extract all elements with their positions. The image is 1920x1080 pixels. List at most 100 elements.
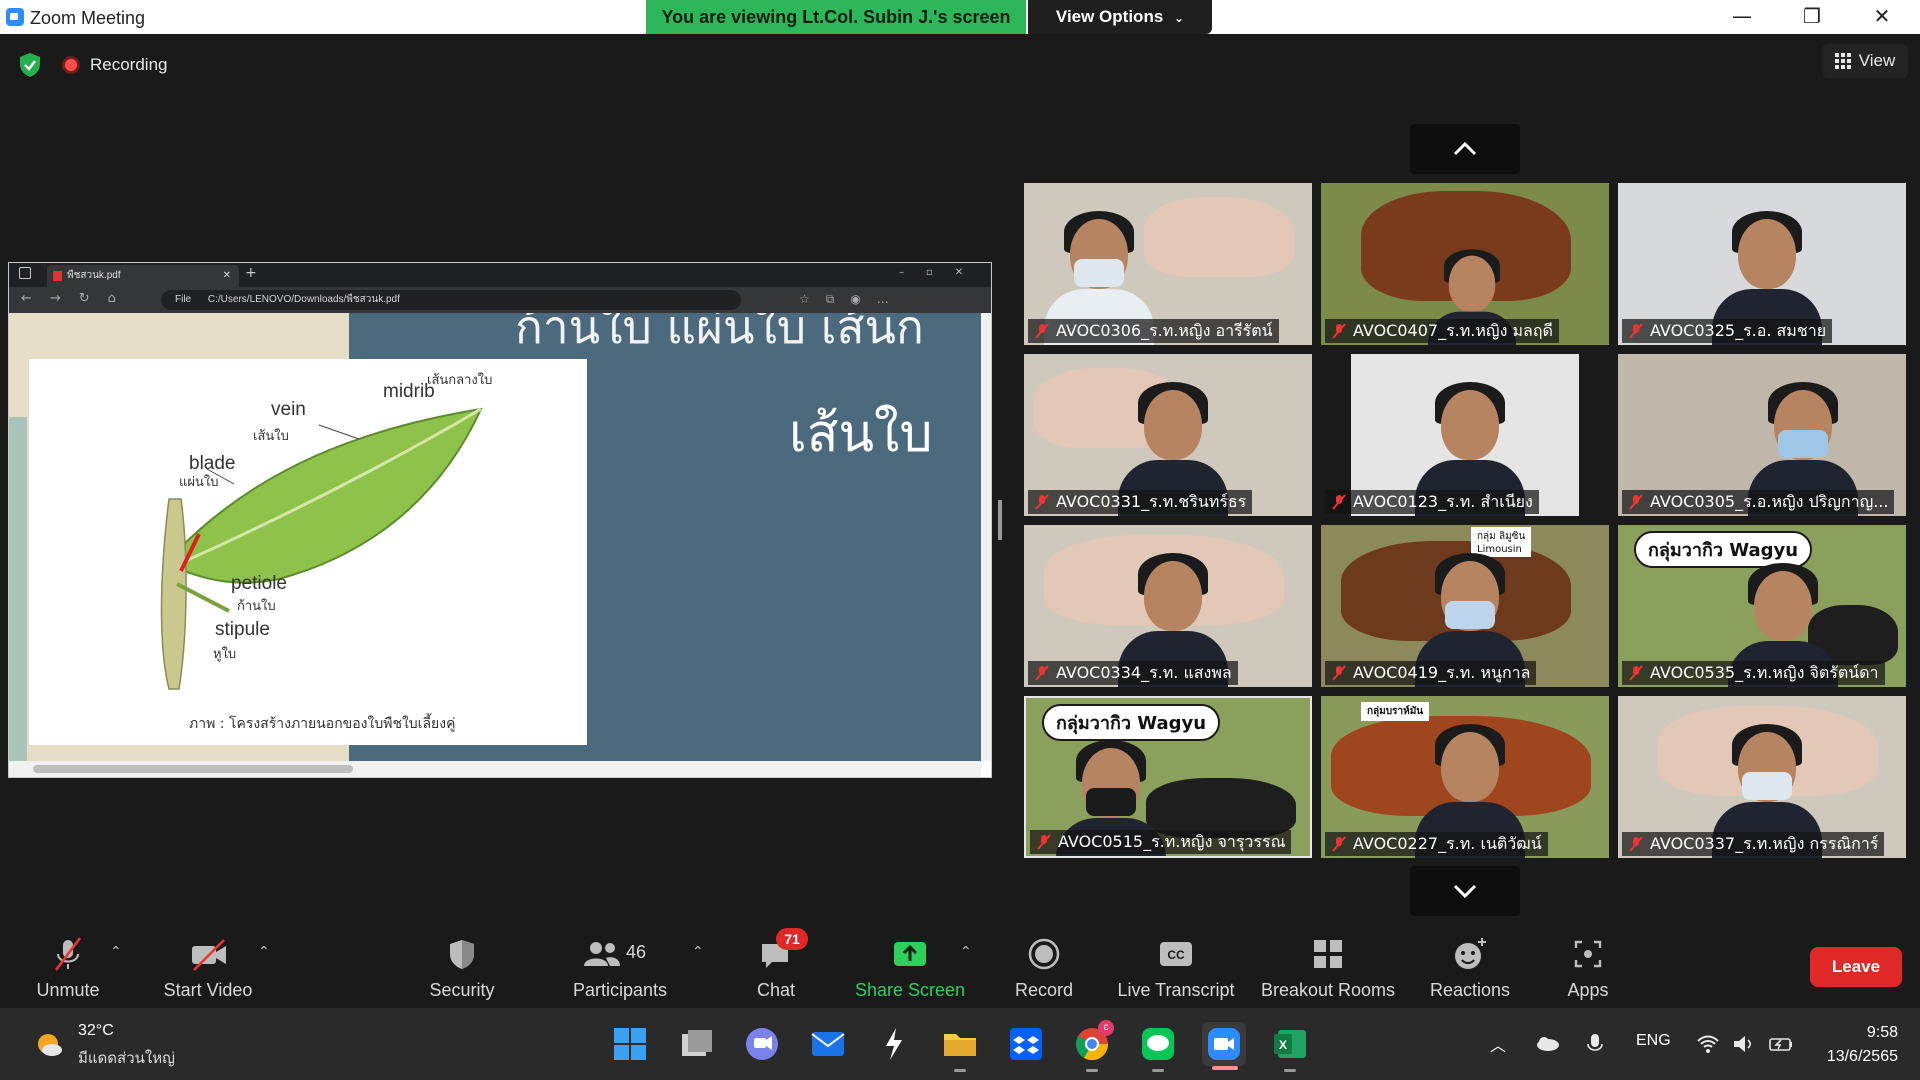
mic-muted-icon — [1037, 834, 1051, 850]
group-sign-line1: กลุ่ม ลิมูซิน — [1477, 531, 1526, 542]
clock-time[interactable]: 9:58 — [1867, 1024, 1898, 1042]
windows-logo-icon — [614, 1028, 646, 1060]
address-bar: File C:/Users/LENOVO/Downloads/พืชสวนk.p… — [161, 290, 741, 310]
start-button[interactable] — [608, 1022, 652, 1066]
grid-view-icon — [1834, 53, 1851, 69]
restore-button[interactable]: ❐ — [1782, 0, 1842, 34]
browser-nav-icons: ←→↻⌂ — [21, 291, 134, 306]
weather-description[interactable]: มีแดดส่วนใหญ่ — [78, 1046, 175, 1070]
breakout-rooms-button[interactable]: Breakout Rooms — [1258, 926, 1398, 1008]
participant-name-plate: AVOC0325_ร.อ. สมชาย — [1622, 319, 1833, 343]
participant-tile[interactable]: AVOC0407_ร.ท.หญิง มลฤดี — [1321, 183, 1609, 345]
minimize-button[interactable]: — — [1712, 0, 1772, 34]
smiley-plus-icon — [1455, 938, 1486, 969]
participant-tile[interactable]: กลุ่ม ลิมูซิน Limousin AVOC0419_ร.ท. หนู… — [1321, 525, 1609, 687]
battery-charging-icon[interactable] — [1768, 1034, 1794, 1054]
browser-tab-title: พืชสวนk.pdf — [67, 270, 121, 281]
participant-tile[interactable]: กลุ่มบราห์มัน AVOC0227_ร.ท. เนติวัฒน์ — [1321, 696, 1609, 858]
tab-actions-icon — [19, 267, 31, 279]
share-screen-button[interactable]: Share Screen — [850, 926, 970, 1008]
share-options-caret-icon[interactable]: ⌃ — [960, 944, 972, 960]
audio-options-caret-icon[interactable]: ⌃ — [110, 944, 122, 960]
line-app[interactable] — [1136, 1022, 1180, 1072]
chat-icon-wrap: 71 — [754, 928, 808, 974]
security-button[interactable]: Security — [420, 926, 504, 1008]
pdf-vertical-scrollbar[interactable] — [981, 313, 991, 761]
participant-tile[interactable]: AVOC0305_ร.อ.หญิง ปริญกาญ... — [1618, 354, 1906, 516]
start-video-button[interactable]: Start Video — [158, 926, 258, 1008]
participant-tile[interactable]: AVOC0337_ร.ท.หญิง กรรณิการ์ — [1618, 696, 1906, 858]
participant-tile[interactable]: AVOC0306_ร.ท.หญิง อารีรัตน์ — [1024, 183, 1312, 345]
clock-date[interactable]: 13/6/2565 — [1827, 1048, 1898, 1066]
microphone-icon[interactable] — [1586, 1032, 1604, 1056]
new-tab-icon: + — [245, 265, 257, 281]
lightning-app[interactable] — [872, 1022, 916, 1066]
show-hidden-icons-chevron-icon[interactable]: ︿ — [1490, 1032, 1506, 1056]
mic-muted-icon — [1332, 494, 1346, 510]
view-button[interactable]: View — [1822, 44, 1908, 78]
dropbox-app[interactable] — [1004, 1022, 1048, 1066]
input-language[interactable]: ENG — [1636, 1032, 1671, 1050]
chrome-app[interactable]: c — [1070, 1020, 1114, 1072]
pdf-horizontal-scrollbar[interactable] — [9, 761, 981, 777]
reactions-button[interactable]: Reactions — [1424, 926, 1516, 1008]
participant-name: AVOC0331_ร.ท.ชรินทร์ธร — [1056, 492, 1247, 511]
chevron-down-icon — [1453, 884, 1477, 899]
task-view-button[interactable] — [674, 1022, 718, 1066]
participant-tile[interactable]: AVOC0325_ร.อ. สมชาย — [1618, 183, 1906, 345]
leave-button[interactable]: Leave — [1810, 947, 1902, 987]
participant-tile[interactable]: กลุ่มวากิว Wagyu AVOC0535_ร.ท.หญิง จิตรั… — [1618, 525, 1906, 687]
title-bar: Zoom Meeting You are viewing Lt.Col. Sub… — [0, 0, 1920, 34]
live-transcript-button[interactable]: CC Live Transcript — [1112, 926, 1240, 1008]
wifi-icon[interactable] — [1696, 1034, 1720, 1054]
mail-app[interactable] — [806, 1022, 850, 1066]
file-explorer-app[interactable] — [938, 1022, 982, 1072]
gallery-page-down-button[interactable] — [1410, 866, 1520, 916]
gallery-page-up-button[interactable] — [1410, 124, 1520, 174]
participants-button[interactable]: 46 Participants — [566, 926, 674, 1008]
participant-tile[interactable]: AVOC0123_ร.ท. สำเนียง — [1321, 354, 1609, 516]
participant-tile[interactable]: AVOC0334_ร.ท. แสงพล — [1024, 525, 1312, 687]
record-label: Record — [1014, 980, 1074, 1000]
excel-icon: X — [1274, 1030, 1306, 1058]
panel-splitter-handle[interactable] — [998, 500, 1002, 540]
live-transcript-label: Live Transcript — [1117, 980, 1235, 1000]
record-button[interactable]: Record — [1008, 926, 1080, 1008]
running-indicator — [954, 1069, 966, 1072]
browser-tab-strip: พืชสวนk.pdf ✕ + –▫✕ — [9, 263, 991, 287]
leaf-caption: ภาพ : โครงสร้างภายนอกของใบพืชใบเลี้ยงคู่ — [189, 716, 456, 732]
address-prefix: File — [175, 294, 192, 305]
view-options-button[interactable]: View Options ⌄ — [1028, 0, 1212, 34]
participants-icon-group: 46 — [580, 934, 660, 974]
group-sign-line2: Limousin — [1477, 544, 1522, 555]
chat-button[interactable]: 71 Chat — [746, 926, 808, 1008]
recording-dot-icon — [62, 56, 80, 74]
record-icon — [1028, 938, 1060, 970]
zoom-app[interactable] — [1202, 1022, 1246, 1066]
apps-button[interactable]: Apps — [1556, 926, 1620, 1008]
shared-screen: พืชสวนk.pdf ✕ + –▫✕ ←→↻⌂ File C:/Users/L… — [8, 262, 992, 778]
close-button[interactable]: ✕ — [1852, 0, 1912, 34]
pdf-icon — [53, 271, 62, 281]
onedrive-cloud-icon[interactable] — [1534, 1034, 1560, 1052]
participants-options-caret-icon[interactable]: ⌃ — [692, 944, 704, 960]
address-url: C:/Users/LENOVO/Downloads/พืชสวนk.pdf — [207, 294, 400, 305]
encryption-shield-icon[interactable] — [18, 52, 42, 78]
mail-icon — [811, 1032, 845, 1056]
running-indicator — [1152, 1069, 1164, 1072]
participants-count: 46 — [626, 942, 647, 962]
participant-tile[interactable]: กลุ่มวากิว Wagyu AVOC0515_ร.ท.หญิง จารุว… — [1024, 696, 1312, 858]
teams-chat-app[interactable] — [740, 1022, 784, 1066]
participant-tile[interactable]: AVOC0331_ร.ท.ชรินทร์ธร — [1024, 354, 1312, 516]
excel-app[interactable]: X — [1268, 1022, 1312, 1072]
restore-icon: ❐ — [1803, 4, 1821, 28]
weather-temperature[interactable]: 32°C — [78, 1022, 114, 1040]
scrollbar-thumb[interactable] — [33, 765, 353, 773]
sun-cloud-weather-icon[interactable] — [32, 1028, 64, 1060]
label-vein-th: เส้นใบ — [253, 429, 289, 444]
video-options-caret-icon[interactable]: ⌃ — [258, 944, 270, 960]
recording-indicator[interactable]: Recording — [62, 52, 168, 78]
volume-icon[interactable] — [1732, 1034, 1756, 1054]
mic-muted-icon — [1629, 836, 1643, 852]
unmute-button[interactable]: Unmute — [28, 926, 108, 1008]
